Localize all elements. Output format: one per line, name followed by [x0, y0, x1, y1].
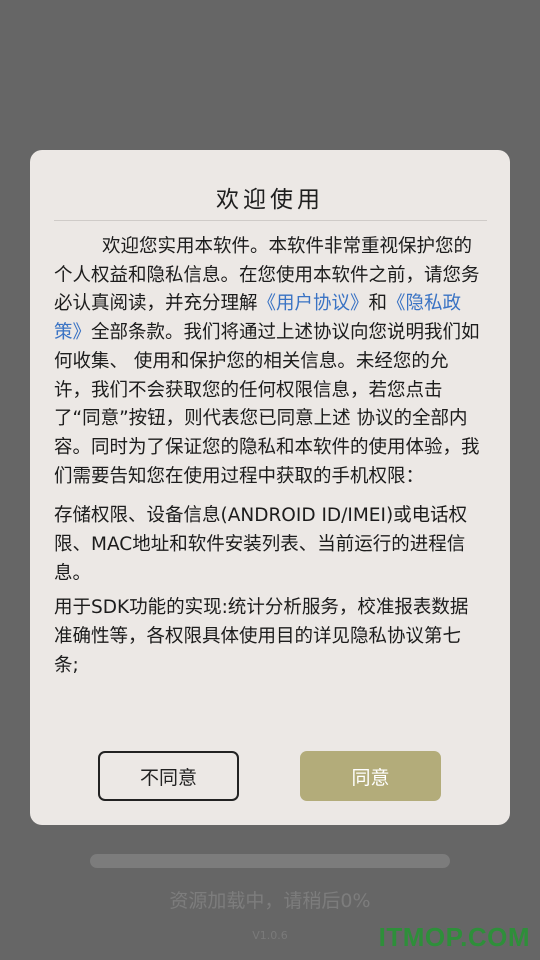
intro-continued-text: 全部条款。我们将通过上述协议向您说明我们如何收集、 使用和保护您的相关信息。未经… [54, 322, 480, 487]
dialog-body: 欢迎您实用本软件。本软件非常重视保护您的个人权益和隐私信息。在您使用本软件之前，… [54, 233, 480, 687]
title-divider [54, 220, 487, 221]
permissions-paragraph: 存储权限、设备信息(ANDROID ID/IMEI)或电话权限、MAC地址和软件… [54, 505, 468, 584]
loading-progress-bar [90, 854, 450, 868]
and-text: 和 [368, 293, 388, 315]
sdk-paragraph: 用于SDK功能的实现:统计分析服务，校准报表数据准确性等，各权限具体使用目的详见… [54, 597, 469, 676]
privacy-consent-dialog: 欢迎使用 欢迎您实用本软件。本软件非常重视保护您的个人权益和隐私信息。在您使用本… [30, 150, 510, 825]
disagree-button[interactable]: 不同意 [98, 751, 239, 801]
site-watermark: ITMOP.COM [378, 922, 530, 952]
dialog-title: 欢迎使用 [216, 187, 324, 213]
agree-button[interactable]: 同意 [300, 751, 441, 801]
loading-status-text: 资源加载中，请稍后0% [169, 890, 371, 912]
user-agreement-link[interactable]: 《用户协议》 [258, 293, 369, 314]
intro-paragraph: 欢迎您实用本软件。本软件非常重视保护您的个人权益和隐私信息。在您使用本软件之前，… [54, 233, 480, 491]
